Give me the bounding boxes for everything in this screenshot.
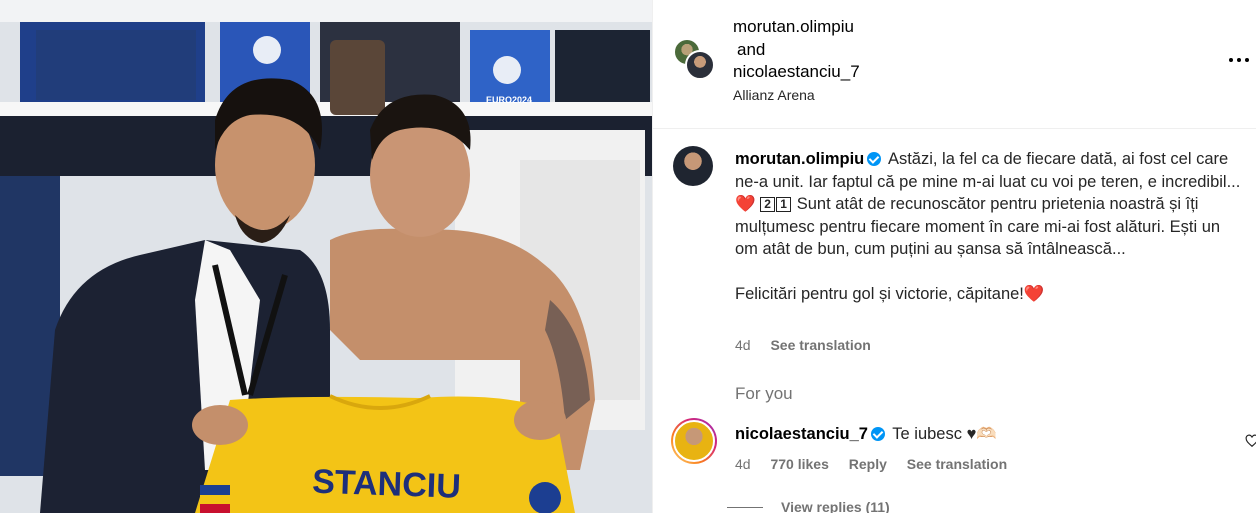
reply-button[interactable]: Reply — [849, 456, 887, 472]
location-link[interactable]: Allianz Arena — [733, 87, 815, 103]
jersey-name: STANCIU — [312, 463, 462, 506]
comment-username[interactable]: nicolaestanciu_7 — [735, 425, 868, 443]
comment-text: Te iubesc — [892, 425, 962, 443]
post-caption: morutan.olimpiu Astăzi, la fel ca de fie… — [735, 148, 1247, 305]
for-you-heading: For you — [735, 384, 793, 403]
caption-text-2: Sunt atât de recunoscător pentru prieten… — [735, 195, 1221, 258]
view-replies-button[interactable]: View replies (11) — [735, 499, 890, 513]
post-photo[interactable]: EURO2024 STANCIU — [0, 0, 652, 513]
header-username-1[interactable]: morutan.olimpiu — [733, 17, 854, 37]
post-details-panel: morutan.olimpiu and nicolaestanciu_7 All… — [652, 0, 1256, 513]
comment-meta: 4d 770 likes Reply See translation — [735, 456, 1023, 472]
heart-emoji: ❤️ — [735, 195, 756, 213]
collab-avatars[interactable] — [673, 38, 717, 82]
post-header: morutan.olimpiu and nicolaestanciu_7 All… — [653, 0, 1256, 129]
header-and-text: and — [737, 40, 766, 59]
keycap-digit: 1 — [776, 197, 792, 212]
comment: nicolaestanciu_7 Te iubesc ♥🫶🏻 — [735, 425, 997, 444]
heart-emoji: ❤️ — [1023, 284, 1045, 303]
caption-text-3: Felicitări pentru gol și victorie, căpit… — [735, 284, 1024, 303]
caption-username[interactable]: morutan.olimpiu — [735, 150, 864, 168]
avatar[interactable] — [673, 146, 713, 186]
verified-badge-icon — [870, 427, 885, 441]
caption-meta: 4d See translation — [735, 337, 871, 353]
header-username-2[interactable]: nicolaestanciu_7 — [733, 62, 860, 82]
avatar[interactable] — [685, 50, 715, 80]
keycap-digit: 2 — [760, 197, 776, 212]
comment-emoji: ♥🫶🏻 — [966, 425, 997, 443]
avatar[interactable] — [671, 418, 717, 464]
see-translation-button[interactable]: See translation — [770, 337, 870, 353]
heart-like-icon[interactable] — [1245, 434, 1256, 448]
post-age: 4d — [735, 337, 751, 353]
comment-age: 4d — [735, 456, 751, 472]
more-options-icon[interactable] — [1227, 50, 1251, 68]
see-translation-button[interactable]: See translation — [907, 456, 1007, 472]
verified-badge-icon — [867, 152, 882, 166]
euro-badge-text: EURO2024 — [486, 95, 532, 105]
locker-room-photo: EURO2024 STANCIU — [0, 0, 652, 513]
comment-likes[interactable]: 770 likes — [770, 456, 828, 472]
